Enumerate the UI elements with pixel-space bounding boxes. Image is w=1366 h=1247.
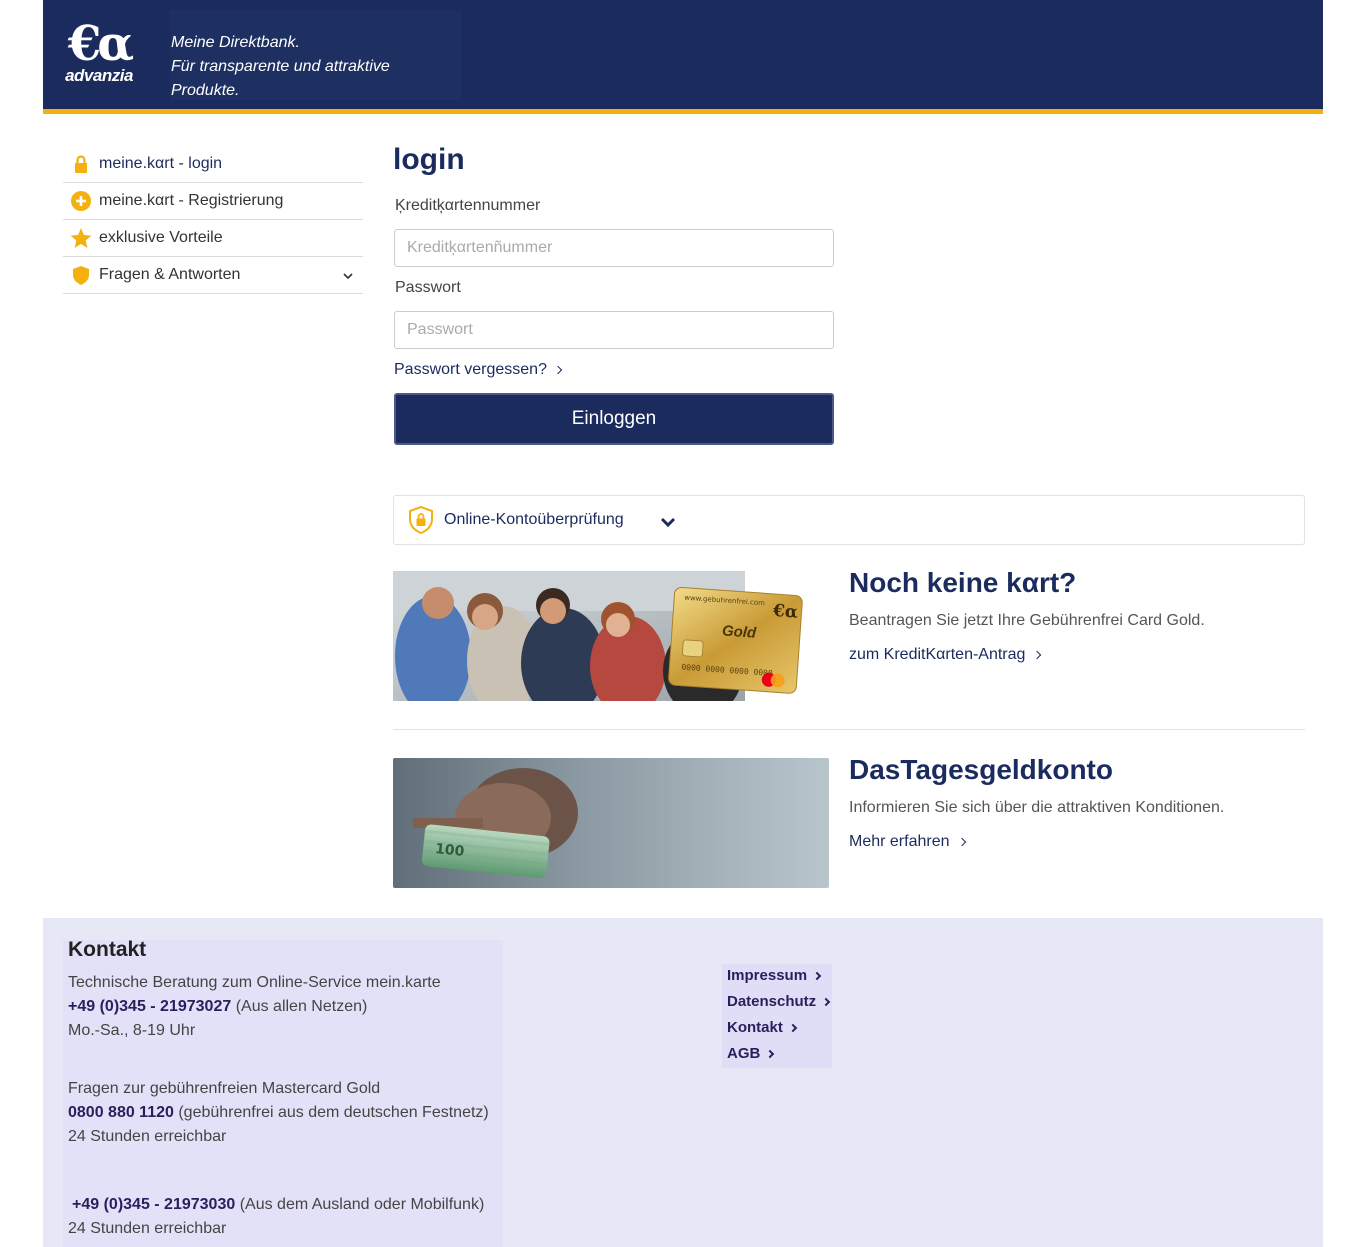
phone-note-3: (Aus dem Ausland oder Mobilfunk) xyxy=(239,1196,485,1213)
gold-card-text: Fragen zur gebührenfreien Mastercard Gol… xyxy=(68,1080,381,1097)
chevron-down-icon[interactable] xyxy=(343,269,353,283)
credit-card-application-label: zum KreditKαrten-Antrag xyxy=(849,646,1026,663)
footer-link-label: Kontakt xyxy=(727,1019,783,1036)
phone-number-2[interactable]: 0800 880 1120 xyxy=(68,1104,174,1121)
password-label: Passwort xyxy=(395,279,461,296)
phone-line-2: 0800 880 1120 (gebührenfrei aus dem deut… xyxy=(68,1104,489,1122)
phone-line-3: +49 (0)345 - 21973030 (Aus dem Ausland o… xyxy=(72,1196,484,1214)
credit-card-application-link[interactable]: zum KreditKαrten-Antrag xyxy=(849,646,1042,664)
phone-note-2: (gebührenfrei aus dem deutschen Festnetz… xyxy=(178,1104,489,1121)
slogan-line-2: Für transparente und attraktive Produkte… xyxy=(171,58,390,99)
chevron-right-icon xyxy=(1033,650,1042,660)
sidebar-item-label: meine.kαrt - Registrierung xyxy=(99,192,284,209)
service-text: Technische Beratung zum Online-Service m… xyxy=(68,974,441,991)
savings-account-title: DasTagesgeldkonto xyxy=(849,754,1113,785)
savings-account-text: Informieren Sie sich über die attraktive… xyxy=(849,799,1225,816)
svg-text:€α: €α xyxy=(771,601,798,623)
sidebar-nav: meine.kαrt - login meine.kαrt - Registri… xyxy=(63,146,363,294)
svg-text:100: 100 xyxy=(434,841,465,860)
chevron-right-icon xyxy=(766,1049,775,1058)
friends-credit-card-image: www.gebuhrenfrei.com Gold €α 0000 0000 0… xyxy=(393,571,805,701)
svg-text:Gold: Gold xyxy=(721,622,757,641)
forgot-password-link[interactable]: Passwort vergessen? xyxy=(394,361,563,379)
logo-text: advanzia xyxy=(65,66,133,85)
sidebar-item-faq[interactable]: Fragen & Antworten xyxy=(63,257,363,294)
phone-number-3[interactable]: +49 (0)345 - 21973030 xyxy=(72,1196,235,1213)
hours-3: 24 Stunden erreichbar xyxy=(68,1220,227,1237)
footer-link-label: Impressum xyxy=(727,967,808,984)
chevron-right-icon xyxy=(812,971,822,980)
footer-link-label: Datenschutz xyxy=(727,993,817,1010)
footer-link-impressum[interactable]: Impressum xyxy=(727,967,822,984)
header-slogan: Meine Direktbank. Für transparente und a… xyxy=(170,10,461,100)
contact-title: Kontakt xyxy=(68,938,147,961)
hours-2: 24 Stunden erreichbar xyxy=(68,1128,227,1145)
forgot-password-label: Passwort vergessen? xyxy=(394,361,547,378)
advanzia-logo[interactable]: €α advanzia xyxy=(62,20,136,86)
shield-lock-icon xyxy=(409,506,433,534)
password-input[interactable] xyxy=(394,311,834,349)
euro-alpha-logo-icon: €α xyxy=(67,16,134,72)
footer-link-datenschutz[interactable]: Datenschutz xyxy=(727,993,831,1010)
star-icon xyxy=(63,227,99,249)
footer-link-kontakt[interactable]: Kontakt xyxy=(727,1019,798,1036)
chevron-right-icon xyxy=(788,1023,798,1032)
card-number-label: Ķreditķαrtennummer xyxy=(395,197,541,214)
footer-link-label: AGB xyxy=(727,1045,761,1062)
promo-divider xyxy=(393,729,1305,730)
sidebar-item-label: meine.kαrt - login xyxy=(99,155,223,172)
learn-more-link[interactable]: Mehr erfahren xyxy=(849,833,966,851)
header-accent-bar xyxy=(43,109,1323,114)
promo-card-title: Noch keine kαrt? xyxy=(849,567,1077,598)
cash-in-hand-image: 100 xyxy=(393,758,829,888)
sidebar-item-label: Fragen & Antworten xyxy=(99,266,241,283)
card-number-input[interactable] xyxy=(394,229,834,267)
phone-line-1: +49 (0)345 - 21973027 (Aus allen Netzen) xyxy=(68,998,367,1016)
sidebar-item-benefits[interactable]: exklusive Vorteile xyxy=(63,220,363,257)
login-title: login xyxy=(393,143,465,176)
chevron-right-icon xyxy=(553,365,563,375)
chevron-right-icon xyxy=(821,997,831,1006)
slogan-line-1: Meine Direktbank. xyxy=(171,34,300,51)
learn-more-label: Mehr erfahren xyxy=(849,833,950,850)
promo-card-text: Beantragen Sie jetzt Ihre Gebührenfrei C… xyxy=(849,612,1205,629)
chevron-down-icon xyxy=(660,517,675,527)
online-check-label: Online-Kontoüberprüfung xyxy=(444,511,624,528)
phone-note-1: (Aus allen Netzen) xyxy=(235,998,368,1015)
sidebar-item-login[interactable]: meine.kαrt - login xyxy=(63,146,363,183)
phone-number-1[interactable]: +49 (0)345 - 21973027 xyxy=(68,998,231,1015)
chevron-right-icon xyxy=(957,837,966,847)
shield-icon xyxy=(63,265,99,285)
footer-link-agb[interactable]: AGB xyxy=(727,1045,775,1062)
sidebar-item-label: exklusive Vorteile xyxy=(99,229,223,246)
plus-circle-icon xyxy=(63,191,99,211)
login-button[interactable]: Einloggen xyxy=(394,393,834,445)
online-check-accordion[interactable]: Online-Kontoüberprüfung xyxy=(393,495,1305,545)
lock-icon xyxy=(63,155,99,173)
hours-1: Mo.-Sa., 8-19 Uhr xyxy=(68,1022,196,1039)
sidebar-item-registration[interactable]: meine.kαrt - Registrierung xyxy=(63,183,363,220)
